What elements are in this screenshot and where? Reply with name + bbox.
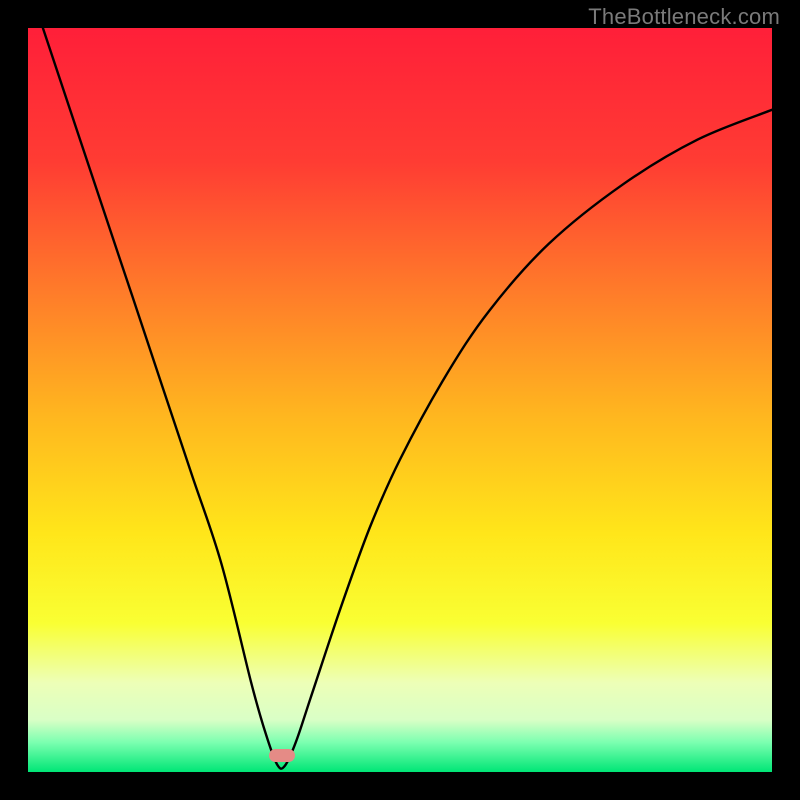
chart-frame: TheBottleneck.com bbox=[0, 0, 800, 800]
plot-area bbox=[28, 28, 772, 772]
curve-svg bbox=[28, 28, 772, 772]
bottleneck-curve bbox=[43, 28, 772, 769]
minimum-marker bbox=[269, 749, 295, 762]
watermark-text: TheBottleneck.com bbox=[588, 4, 780, 30]
